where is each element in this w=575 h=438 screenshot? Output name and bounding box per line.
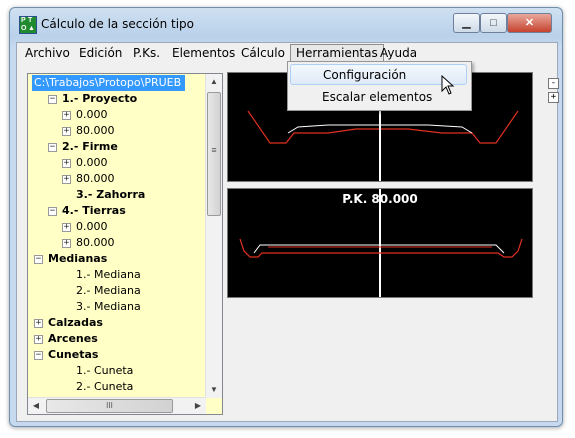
pk-label: P.K. 80.000 — [342, 192, 418, 206]
menu-herramientas[interactable]: Herramientas — [290, 44, 384, 62]
expand-icon[interactable]: + — [34, 319, 43, 328]
tree-item[interactable]: Calzadas — [48, 315, 103, 331]
tree-item[interactable]: 4.- Tierras — [62, 203, 126, 219]
collapse-icon[interactable]: − — [34, 255, 43, 264]
tree-item[interactable]: 3.- Mediana — [76, 299, 141, 315]
tree-item[interactable]: 2.- Mediana — [76, 283, 141, 299]
scroll-h-thumb-grip: III — [106, 401, 113, 410]
scroll-left-arrow-icon[interactable]: ◀ — [28, 398, 44, 414]
scroll-h-thumb[interactable]: III — [46, 399, 173, 413]
tree-item[interactable]: 3.- Zahorra — [76, 187, 145, 203]
collapse-icon[interactable]: − — [34, 351, 43, 360]
tree-item[interactable]: 2.- Cuneta — [76, 379, 133, 395]
expand-icon[interactable]: + — [62, 159, 71, 168]
tree-item[interactable]: 0.000 — [76, 107, 108, 123]
expand-icon[interactable]: + — [62, 127, 71, 136]
tree-item[interactable]: 1.- Cuneta — [76, 363, 133, 379]
collapse-icon[interactable]: − — [48, 207, 57, 216]
tree-item[interactable]: 0.000 — [76, 219, 108, 235]
menu-pks[interactable]: P.Ks. — [128, 45, 165, 61]
tree-item[interactable]: 2.- Firme — [62, 139, 118, 155]
profile-red-line — [247, 110, 519, 144]
tree-item[interactable]: Arcenes — [48, 331, 98, 347]
expand-icon[interactable]: + — [62, 111, 71, 120]
scroll-down-arrow-icon[interactable]: ▼ — [206, 382, 222, 398]
scroll-thumb-grip: ≡ — [211, 145, 217, 155]
window-title: Cálculo de la sección tipo — [41, 17, 194, 31]
tree-item[interactable]: 80.000 — [76, 171, 115, 187]
expand-icon[interactable]: + — [34, 335, 43, 344]
scroll-thumb[interactable]: ≡ — [207, 92, 221, 216]
menu-calculo[interactable]: Cálculo — [236, 45, 290, 61]
tree-item[interactable]: C:\Trabajos\Protopo\PRUEB — [32, 75, 186, 91]
tree-item[interactable]: Medianas — [48, 251, 107, 267]
sections-tree[interactable]: C:\Trabajos\Protopo\PRUEB −1.- Proyecto +0… — [27, 73, 223, 415]
zoom-in-button[interactable]: + — [548, 92, 559, 103]
expand-icon[interactable]: + — [62, 175, 71, 184]
tree-item[interactable]: 1.- Proyecto — [62, 91, 137, 107]
scroll-up-arrow-icon[interactable]: ▲ — [206, 74, 222, 90]
tree-item[interactable]: 80.000 — [76, 123, 115, 139]
tree-horizontal-scrollbar[interactable]: ◀ III ▶ — [28, 397, 206, 414]
title-bar[interactable]: PT O ▲ Cálculo de la sección tipo ▁ □ ✕ — [10, 8, 562, 38]
collapse-icon[interactable]: − — [48, 143, 57, 152]
menu-archivo[interactable]: Archivo — [20, 45, 75, 61]
zoom-out-button[interactable]: - — [548, 78, 559, 89]
main-window: PT O ▲ Cálculo de la sección tipo ▁ □ ✕ A… — [9, 7, 563, 427]
menu-elementos[interactable]: Elementos — [167, 45, 240, 61]
collapse-icon[interactable]: − — [48, 95, 57, 104]
tree-item[interactable]: 0.000 — [76, 155, 108, 171]
menu-ayuda[interactable]: Ayuda — [375, 45, 422, 61]
expand-icon[interactable]: + — [62, 223, 71, 232]
tree-vertical-scrollbar[interactable]: ▲ ≡ ▼ — [205, 74, 222, 398]
app-logo-icon: PT O ▲ — [19, 16, 37, 34]
tree-item[interactable]: Cunetas — [48, 347, 98, 363]
close-button[interactable]: ✕ — [507, 13, 552, 33]
menu-bar: Archivo Edición P.Ks. Elementos Cálculo … — [17, 43, 557, 62]
menu-edicion[interactable]: Edición — [74, 45, 127, 61]
tree-item[interactable]: 1.- Mediana — [76, 267, 141, 283]
tree-item[interactable]: 80.000 — [76, 235, 115, 251]
mouse-cursor-icon — [441, 75, 455, 95]
maximize-button[interactable]: □ — [480, 13, 507, 33]
minimize-button[interactable]: ▁ — [453, 13, 480, 33]
scroll-right-arrow-icon[interactable]: ▶ — [190, 398, 206, 414]
section-canvas-bottom[interactable]: P.K. 80.000 — [227, 188, 533, 298]
expand-icon[interactable]: + — [62, 239, 71, 248]
